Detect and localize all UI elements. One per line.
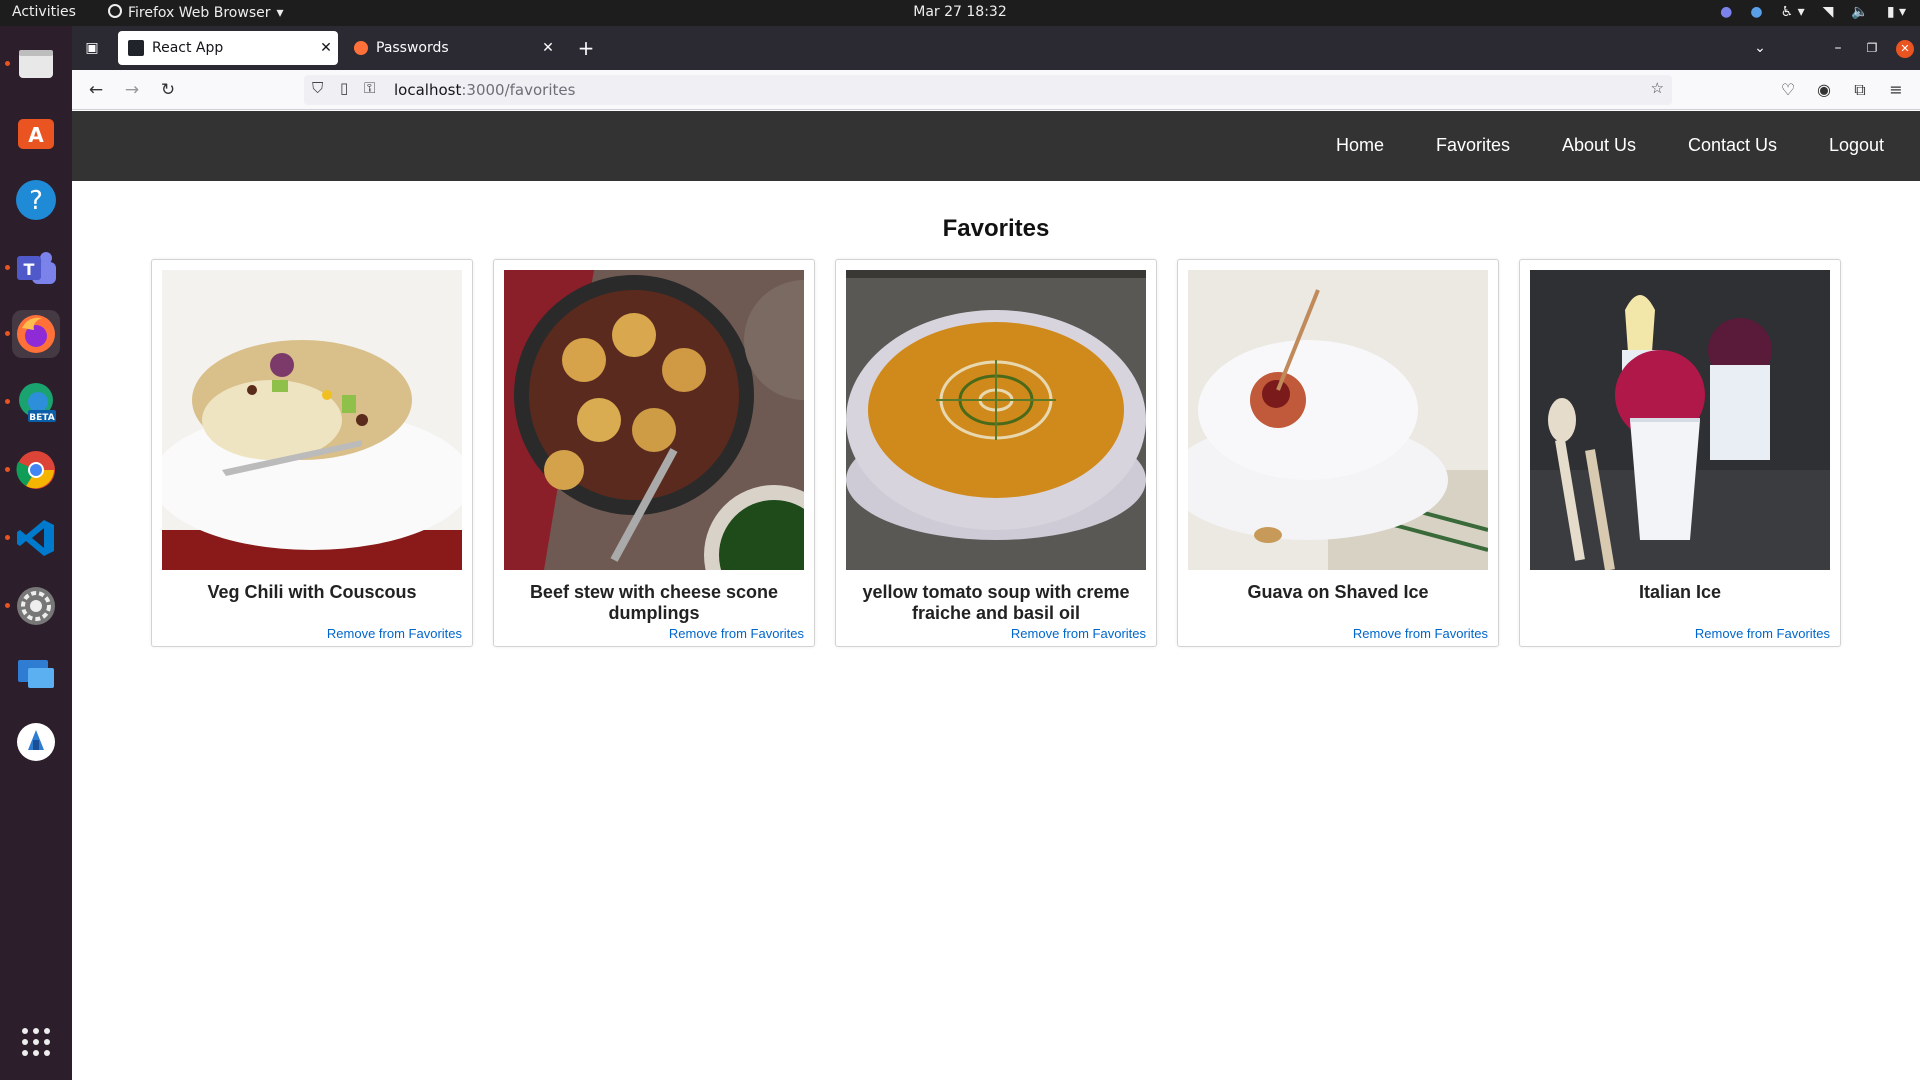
battery-icon[interactable]: ▮ ▾ [1887,4,1906,20]
nav-favorites-link[interactable]: Favorites [1436,135,1510,156]
favorite-card: Italian Ice Remove from Favorites [1519,259,1841,647]
update-tray-icon[interactable]: ● [1750,4,1762,20]
list-tabs-chevron-icon[interactable]: ⌄ [1748,36,1772,60]
page-title: Favorites [942,215,1050,242]
close-tab-icon[interactable]: ✕ [536,40,560,56]
recipe-image-italian-ice[interactable] [1530,270,1830,570]
system-top-bar: Activities Firefox Web Browser ▾ Mar 27 … [0,0,1920,26]
remove-from-favorites-link[interactable]: Remove from Favorites [1695,626,1830,641]
reload-icon[interactable]: ↻ [156,78,180,102]
firefox-icon[interactable] [5,310,60,358]
url-host: localhost [394,81,462,99]
tab-passwords[interactable]: Passwords ✕ [344,31,560,65]
page-info-icon[interactable]: ▯ [340,79,348,97]
new-tab-icon[interactable]: + [574,36,598,60]
recipe-image-veg-chili[interactable] [162,270,462,570]
activities-button[interactable]: Activities [12,4,76,20]
extensions-icon[interactable]: ⧉ [1848,78,1872,102]
files-icon[interactable] [5,40,60,88]
app-center-icon[interactable]: A [12,108,60,156]
firefox-favicon-icon [354,41,368,55]
url-bar[interactable]: ⛉ ▯ ⚿ localhost:3000/favorites ☆ [304,75,1672,105]
remove-from-favorites-link[interactable]: Remove from Favorites [1353,626,1488,641]
close-tab-icon[interactable]: ✕ [314,40,338,56]
svg-text:BETA: BETA [29,413,54,423]
navigation-toolbar: ← → ↻ ⛉ ▯ ⚿ localhost:3000/favorites ☆ ♡… [72,70,1920,110]
recipe-image-beef-stew[interactable] [504,270,804,570]
bookmark-star-icon[interactable]: ☆ [1651,79,1664,97]
account-icon[interactable]: ◉ [1812,78,1836,102]
teams-tray-icon[interactable]: ● [1720,4,1732,20]
forward-icon[interactable]: → [120,78,144,102]
chrome-icon[interactable] [5,446,60,494]
svg-text:T: T [24,260,35,279]
tab-strip: ▣ React App ✕ Passwords ✕ + ⌄ – ❐ ✕ [72,26,1920,70]
recipe-name: Italian Ice [1638,582,1722,602]
browser-window: ▣ React App ✕ Passwords ✕ + ⌄ – ❐ ✕ ← → … [72,26,1920,1080]
remove-from-favorites-link[interactable]: Remove from Favorites [327,626,462,641]
accessibility-icon[interactable]: ♿ ▾ [1781,4,1805,20]
back-icon[interactable]: ← [84,78,108,102]
url-text[interactable]: localhost:3000/favorites [394,81,575,99]
close-window-icon[interactable]: ✕ [1896,40,1914,58]
recipe-image-tomato-soup[interactable] [846,270,1146,570]
recipe-name: yellow tomato soup with creme fraiche an… [862,582,1130,623]
menu-icon[interactable]: ≡ [1884,78,1908,102]
remove-from-favorites-link[interactable]: Remove from Favorites [669,626,804,641]
software-updater-icon[interactable] [12,718,60,766]
wifi-icon[interactable]: ◥ [1823,4,1834,20]
teams-icon[interactable]: T [5,244,60,292]
app-menu[interactable]: Firefox Web Browser ▾ [108,4,284,22]
permissions-key-icon[interactable]: ⚿ [364,79,375,97]
tab-title: React App [152,40,224,56]
volume-icon[interactable]: 🔈 [1851,4,1868,20]
favorite-card: Beef stew with cheese scone dumplings Re… [493,259,815,647]
show-applications-icon[interactable] [12,1018,60,1066]
restore-icon[interactable]: ❐ [1860,36,1884,60]
nav-logout-link[interactable]: Logout [1829,135,1884,156]
tab-title: Passwords [376,40,449,56]
recipe-name: Beef stew with cheese scone dumplings [529,582,779,623]
nav-home-link[interactable]: Home [1336,135,1384,156]
pocket-icon[interactable]: ♡ [1776,78,1800,102]
remove-from-favorites-link[interactable]: Remove from Favorites [1011,626,1146,641]
react-favicon-icon [128,40,144,56]
app-name-label: Firefox Web Browser [128,5,271,21]
recipe-image-guava-shaved-ice[interactable] [1188,270,1488,570]
tab-overview-icon[interactable]: ▣ [80,36,104,60]
recipe-name: Guava on Shaved Ice [1247,582,1429,602]
remote-desktop-icon[interactable] [12,650,60,698]
minimize-icon[interactable]: – [1826,36,1850,60]
nav-contact-us-link[interactable]: Contact Us [1688,135,1777,156]
edge-beta-icon[interactable]: BETA [5,378,60,426]
svg-text:A: A [28,123,44,147]
clock[interactable]: Mar 27 18:32 [913,4,1006,20]
favorite-card: yellow tomato soup with creme fraiche an… [835,259,1157,647]
app-navbar: Home Favorites About Us Contact Us Logou… [72,111,1920,181]
recipe-name: Veg Chili with Couscous [207,582,417,602]
nav-about-us-link[interactable]: About Us [1562,135,1636,156]
svg-text:?: ? [29,186,43,216]
url-path: :3000/favorites [461,81,576,99]
favorite-card: Veg Chili with Couscous Remove from Favo… [151,259,473,647]
help-icon[interactable]: ? [12,176,60,224]
tracking-protection-icon[interactable]: ⛉ [312,79,323,97]
favorite-card: Guava on Shaved Ice Remove from Favorite… [1177,259,1499,647]
settings-icon[interactable] [5,582,60,630]
dock: A ? T BETA [0,26,72,1080]
tab-react-app[interactable]: React App ✕ [118,31,338,65]
firefox-small-icon [108,4,122,22]
vscode-icon[interactable] [5,514,60,562]
chevron-down-icon: ▾ [276,5,284,21]
page-content: Home Favorites About Us Contact Us Logou… [72,111,1920,1080]
